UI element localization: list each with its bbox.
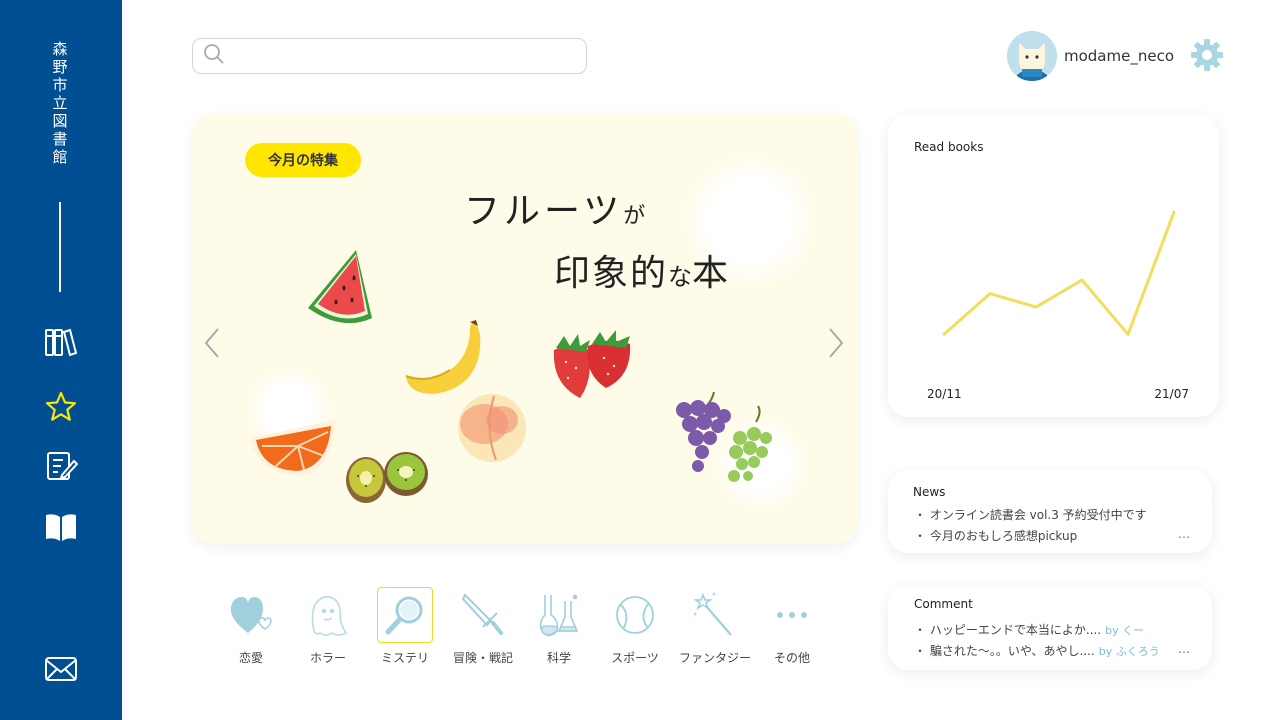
grapes-icon <box>676 391 772 482</box>
flask-icon <box>531 587 587 643</box>
news-item-text: オンライン読書会 vol.3 予約受付中です <box>929 508 1147 522</box>
search-icon <box>203 43 225 69</box>
avatar[interactable] <box>1007 31 1057 81</box>
carousel-next-icon[interactable] <box>826 326 846 360</box>
magnifier-icon <box>377 587 433 643</box>
comment-text: ハッピーエンドで本当によか.... <box>929 623 1102 637</box>
peach-icon <box>458 394 526 462</box>
banana-icon <box>405 320 481 394</box>
carousel-prev-icon[interactable] <box>202 326 222 360</box>
category-label: 恋愛 <box>238 651 263 665</box>
library-brand[interactable]: 森野市立図書館 <box>50 40 70 166</box>
category-label: ミステリ <box>380 651 429 665</box>
bookshelf-icon[interactable] <box>43 324 79 360</box>
read-books-title: Read books <box>914 140 984 154</box>
orange-icon <box>250 420 336 476</box>
gear-icon[interactable] <box>1189 37 1225 73</box>
feature-title-line2-particle: な <box>668 263 693 291</box>
category-label: 科学 <box>546 651 571 665</box>
dots-icon <box>764 587 820 643</box>
comment-text: 騙された〜。。いや、あやし.... <box>929 644 1095 658</box>
magic-wand-icon <box>687 587 743 643</box>
comment-title: Comment <box>914 597 973 611</box>
sidebar: 森野市立図書館 <box>0 0 122 720</box>
ghost-icon <box>300 587 356 643</box>
category-label: ファンタジー <box>678 651 751 665</box>
category-label: 冒険・戦記 <box>452 651 513 665</box>
watermelon-icon <box>308 250 372 324</box>
news-item[interactable]: ・ 今月のおもしろ感想pickup <box>914 527 1077 544</box>
news-card[interactable]: News ・ オンライン読書会 vol.3 予約受付中です ・ 今月のおもしろ感… <box>888 470 1212 553</box>
read-books-card[interactable]: Read books 20/11 21/07 <box>888 115 1219 417</box>
feature-title-particle: が <box>623 204 646 229</box>
chart-series-line <box>942 210 1176 336</box>
chart-x-end-label: 21/07 <box>1154 387 1189 401</box>
app: 森野市立図書館 modame_neco 今月の特集 フルーツが 印象的な本 恋愛… <box>0 0 1280 720</box>
feature-badge: 今月の特集 <box>245 143 361 177</box>
comment-author: by くー <box>1105 624 1145 637</box>
note-edit-icon[interactable] <box>43 448 79 484</box>
comment-item[interactable]: ・ ハッピーエンドで本当によか.... by くー <box>914 621 1144 638</box>
feature-title-line2: 印象的な本 <box>554 244 730 296</box>
sword-icon <box>455 587 511 643</box>
feature-title-line2-b: 本 <box>692 253 731 294</box>
comment-card[interactable]: Comment ・ ハッピーエンドで本当によか.... by くー ・ 騙された〜… <box>888 585 1212 670</box>
category-other[interactable]: その他 <box>754 587 830 666</box>
brand-divider <box>59 202 61 292</box>
feature-banner[interactable]: 今月の特集 フルーツが 印象的な本 <box>192 114 858 544</box>
category-mystery[interactable]: ミステリ <box>367 587 443 666</box>
heart-icon <box>223 587 279 643</box>
star-icon[interactable] <box>43 389 79 425</box>
news-more-button[interactable]: … <box>1178 527 1190 541</box>
category-label: その他 <box>773 651 810 665</box>
open-book-icon[interactable] <box>43 509 79 545</box>
read-books-chart <box>942 210 1176 336</box>
feature-title-main: フルーツ <box>464 191 624 232</box>
category-label: スポーツ <box>611 651 659 665</box>
ball-icon <box>607 587 663 643</box>
username[interactable]: modame_neco <box>1064 47 1174 65</box>
news-item-text: 今月のおもしろ感想pickup <box>929 529 1078 543</box>
feature-title-line2-a: 印象的 <box>554 253 669 294</box>
mail-icon[interactable] <box>43 651 79 687</box>
search-input[interactable] <box>233 41 586 71</box>
category-fantasy[interactable]: ファンタジー <box>677 587 753 666</box>
comment-item[interactable]: ・ 騙された〜。。いや、あやし.... by ふくろう <box>914 642 1160 659</box>
category-science[interactable]: 科学 <box>521 587 597 666</box>
news-title: News <box>913 485 946 499</box>
comment-more-button[interactable]: … <box>1178 642 1190 656</box>
user-profile[interactable]: modame_neco <box>1007 31 1174 81</box>
news-item[interactable]: ・ オンライン読書会 vol.3 予約受付中です <box>914 506 1147 523</box>
category-sports[interactable]: スポーツ <box>597 587 673 666</box>
comment-author: by ふくろう <box>1098 645 1160 658</box>
strawberry-icon <box>553 330 631 398</box>
chart-x-start-label: 20/11 <box>927 387 962 401</box>
category-adventure[interactable]: 冒険・戦記 <box>445 587 521 666</box>
category-romance[interactable]: 恋愛 <box>213 587 289 666</box>
feature-title-line1: フルーツが <box>464 182 645 234</box>
kiwi-icon <box>346 452 428 503</box>
category-horror[interactable]: ホラー <box>290 587 366 666</box>
search-bar[interactable] <box>192 38 587 74</box>
category-label: ホラー <box>309 651 346 665</box>
